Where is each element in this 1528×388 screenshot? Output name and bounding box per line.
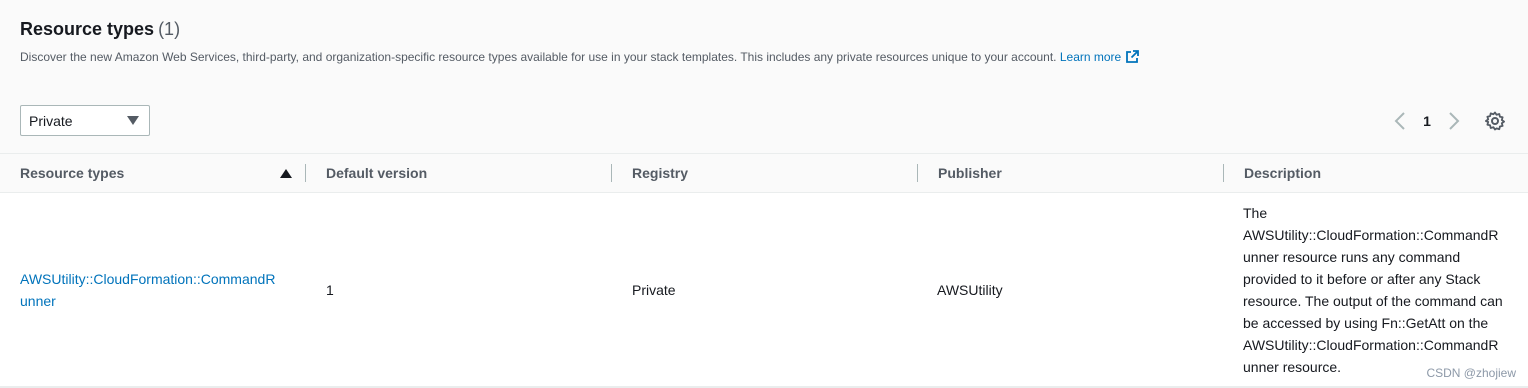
- column-header-registry[interactable]: Registry: [632, 154, 688, 192]
- description-line: unner resource runs any command: [1243, 249, 1461, 265]
- description-text: Discover the new Amazon Web Services, th…: [20, 50, 1057, 64]
- learn-more-label: Learn more: [1059, 50, 1122, 64]
- registry-cell: Private: [632, 282, 676, 298]
- learn-more-link[interactable]: Learn more: [1059, 50, 1140, 64]
- column-divider[interactable]: [611, 164, 612, 182]
- resource-type-line: unner: [20, 293, 56, 309]
- column-divider[interactable]: [305, 164, 306, 182]
- description-cell: The AWSUtility::CloudFormation::CommandR…: [1243, 202, 1523, 378]
- sort-ascending-icon[interactable]: [280, 169, 292, 178]
- chevron-right-icon[interactable]: [1444, 109, 1464, 133]
- page-description: Discover the new Amazon Web Services, th…: [20, 50, 1140, 64]
- resource-type-link[interactable]: AWSUtility::CloudFormation::CommandR unn…: [20, 268, 300, 312]
- column-header-default-version[interactable]: Default version: [326, 154, 427, 192]
- gear-icon[interactable]: [1484, 110, 1506, 132]
- filter-selected-value: Private: [29, 113, 73, 129]
- column-header-description[interactable]: Description: [1244, 154, 1321, 192]
- resource-types-header: Resource types (1) Discover the new Amazo…: [0, 0, 1528, 153]
- title-text: Resource types: [20, 19, 155, 39]
- publisher-cell: AWSUtility: [937, 282, 1003, 298]
- description-line: AWSUtility::CloudFormation::CommandR: [1243, 337, 1499, 353]
- resource-type-line: AWSUtility::CloudFormation::CommandR: [20, 271, 276, 287]
- registry-filter-select[interactable]: Private: [20, 105, 150, 136]
- external-link-icon: [1126, 50, 1140, 63]
- column-divider[interactable]: [917, 164, 918, 182]
- column-header-publisher[interactable]: Publisher: [938, 154, 1002, 192]
- description-line: resource. The output of the command can: [1243, 293, 1503, 309]
- description-line: provided to it before or after any Stack: [1243, 271, 1481, 287]
- description-line: AWSUtility::CloudFormation::CommandR: [1243, 227, 1499, 243]
- pagination-current-page[interactable]: 1: [1420, 109, 1434, 133]
- column-divider[interactable]: [1223, 164, 1224, 182]
- table-header-row: Resource types Default version Registry …: [0, 153, 1528, 193]
- page-title: Resource types (1): [20, 19, 180, 40]
- watermark: CSDN @zhojiew: [1426, 366, 1516, 380]
- caret-down-icon: [127, 116, 139, 125]
- column-header-resource-types[interactable]: Resource types: [20, 154, 124, 192]
- default-version-cell: 1: [326, 282, 334, 298]
- description-line: be accessed by using Fn::GetAtt on the: [1243, 315, 1489, 331]
- chevron-left-icon[interactable]: [1390, 109, 1410, 133]
- description-line: The: [1243, 205, 1268, 221]
- title-count: (1): [158, 19, 181, 39]
